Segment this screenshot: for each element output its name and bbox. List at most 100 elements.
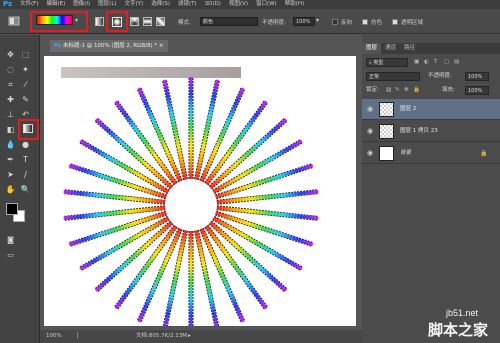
layer-name: 图层 2 (400, 106, 417, 112)
foreground-color-swatch[interactable] (6, 203, 18, 215)
reverse-checkbox[interactable] (332, 19, 338, 25)
layer-kind-filter[interactable]: ⌕ 类型 (366, 58, 408, 67)
lock-image-icon[interactable]: ✎ (395, 85, 400, 96)
fill-input[interactable]: 100% (465, 86, 489, 95)
layer-thumbnail (379, 146, 394, 161)
panel-opacity-label: 不透明度: (428, 73, 452, 79)
path-selection-tool-icon[interactable]: ➤ (5, 169, 16, 180)
tab-paths[interactable]: 路径 (400, 43, 419, 54)
menu-view[interactable]: 视图(V) (225, 0, 252, 9)
lock-label: 锁定: (366, 87, 379, 93)
layer-row[interactable]: ◉ 图层 2 (362, 99, 500, 120)
layer-name: 图层 1 拷贝 23 (400, 128, 438, 134)
menu-window[interactable]: 窗口(W) (252, 0, 281, 9)
menu-layer[interactable]: 图层(L) (94, 0, 120, 9)
diamond-gradient-button[interactable] (156, 17, 165, 26)
eraser-tool-icon[interactable]: ◧ (5, 124, 16, 135)
move-tool-icon[interactable]: ✥ (5, 49, 16, 60)
filter-adjust-icon[interactable]: ◐ (424, 57, 429, 68)
magic-wand-tool-icon[interactable]: ✦ (20, 64, 31, 75)
gradient-picker[interactable] (36, 15, 73, 25)
layer-thumbnail (379, 102, 394, 117)
linear-gradient-button[interactable] (95, 17, 104, 26)
layer-name: 背景 (400, 150, 412, 156)
healing-brush-tool-icon[interactable]: ✚ (5, 94, 16, 105)
document-title: 未标题-1 @ 100% (图层 2, RGB/8) * (62, 43, 158, 49)
opacity-label: 不透明度: (262, 20, 286, 26)
menu-file[interactable]: 文件(F) (16, 0, 42, 9)
reflected-gradient-button[interactable] (143, 17, 152, 26)
visibility-eye-icon[interactable]: ◉ (367, 149, 375, 157)
menu-select[interactable]: 选择(S) (147, 0, 174, 9)
filter-shape-icon[interactable]: ▢ (444, 57, 449, 68)
zoom-divider-icon: │ (76, 333, 80, 339)
dodge-tool-icon[interactable]: ● (20, 139, 31, 150)
ps-doc-icon: Ps (54, 43, 62, 49)
gradient-tool-preset-icon[interactable] (8, 15, 20, 27)
lock-transparent-icon[interactable]: ▧ (386, 85, 391, 96)
layer-row[interactable]: ◉ 图层 1 拷贝 23 (362, 121, 500, 142)
opacity-input[interactable]: 100% (293, 17, 315, 26)
screen-mode-icon[interactable]: ▭ (5, 249, 16, 260)
marquee-tool-icon[interactable]: ⬚ (20, 49, 31, 60)
eyedropper-tool-icon[interactable]: ⁄ (20, 79, 31, 90)
status-arrow-icon[interactable]: ▸ (188, 330, 191, 343)
menu-image[interactable]: 图像(I) (69, 0, 94, 9)
opacity-dropdown-icon[interactable]: ▾ (316, 17, 319, 24)
menu-filter[interactable]: 滤镜(T) (174, 0, 201, 9)
filter-pixel-icon[interactable]: ▣ (414, 57, 419, 68)
tab-layers[interactable]: 图层 (362, 43, 382, 54)
hand-tool-icon[interactable]: ✋ (5, 184, 16, 195)
quick-mask-icon[interactable]: ◙ (5, 234, 16, 245)
zoom-level[interactable]: 100% (46, 330, 62, 343)
visibility-eye-icon[interactable]: ◉ (367, 127, 375, 135)
menu-type[interactable]: 文字(Y) (121, 0, 148, 9)
fill-label: 填充: (442, 87, 455, 93)
mode-select[interactable]: 颜色 (200, 17, 258, 26)
visibility-eye-icon[interactable]: ◉ (367, 105, 375, 113)
close-tab-icon[interactable]: × (159, 43, 164, 49)
layer-kind-label: 类型 (373, 60, 384, 66)
dither-checkbox[interactable] (362, 19, 368, 25)
tools-panel: ✥ ⬚ ◌ ✦ ⌗ ⁄ ✚ ✎ ⊥ ↶ ◧ 💧 ● ✒ T ➤ ∕ ✋ 🔍 ◙ … (0, 35, 40, 343)
watermark-url: jb51.net (446, 308, 479, 318)
menu-help[interactable]: 帮助(H) (281, 0, 308, 9)
brush-tool-icon[interactable]: ✎ (20, 94, 31, 105)
document-tab[interactable]: Ps 未标题-1 @ 100% (图层 2, RGB/8) * × (50, 40, 168, 52)
tab-channels[interactable]: 通道 (381, 43, 400, 54)
layer-row[interactable]: ◉ 背景 🔒 (362, 143, 500, 164)
menu-edit[interactable]: 编辑(E) (42, 0, 69, 9)
blend-mode-select[interactable]: 正常 (366, 72, 420, 81)
menu-3d[interactable]: 3D(D) (201, 0, 225, 9)
mode-label: 模式: (178, 20, 191, 26)
lasso-tool-icon[interactable]: ◌ (5, 64, 16, 75)
blur-tool-icon[interactable]: 💧 (5, 139, 16, 150)
document-info[interactable]: 文档:805.7K/2.13M (136, 330, 187, 343)
filter-smart-icon[interactable]: ▤ (454, 57, 459, 68)
line-tool-icon[interactable]: ∕ (20, 169, 31, 180)
layers-panel: 图层 通道 路径 ⌕ 类型 ▣ ◐ T ▢ ▤ 正常 不透明度: 100% 锁定… (362, 35, 500, 343)
clone-stamp-tool-icon[interactable]: ⊥ (5, 109, 16, 120)
layer-lock-icon: 🔒 (480, 150, 488, 157)
lock-position-icon[interactable]: ✥ (404, 85, 409, 96)
reverse-label: 反向 (341, 20, 353, 26)
crop-tool-icon[interactable]: ⌗ (5, 79, 16, 90)
gradient-dropdown-arrow-icon[interactable]: ▾ (75, 17, 78, 24)
radial-burst-art (63, 77, 319, 326)
angle-gradient-button[interactable] (130, 17, 139, 26)
type-tool-icon[interactable]: T (20, 154, 31, 165)
dither-label: 仿色 (371, 20, 383, 26)
burst-ray (194, 79, 220, 180)
transparency-label: 透明区域 (401, 20, 424, 26)
filter-type-icon[interactable]: T (434, 57, 437, 68)
gradient-tool-icon[interactable] (23, 124, 33, 133)
watermark-text: 脚本之家 (428, 321, 489, 339)
lock-all-icon[interactable]: 🔒 (413, 85, 420, 96)
transparency-checkbox[interactable] (392, 19, 398, 25)
panel-opacity-input[interactable]: 100% (465, 72, 489, 81)
pen-tool-icon[interactable]: ✒ (5, 154, 16, 165)
radial-gradient-button[interactable] (112, 17, 122, 27)
canvas[interactable] (44, 56, 356, 326)
zoom-tool-icon[interactable]: 🔍 (20, 184, 31, 195)
app-logo: Ps (3, 0, 13, 8)
